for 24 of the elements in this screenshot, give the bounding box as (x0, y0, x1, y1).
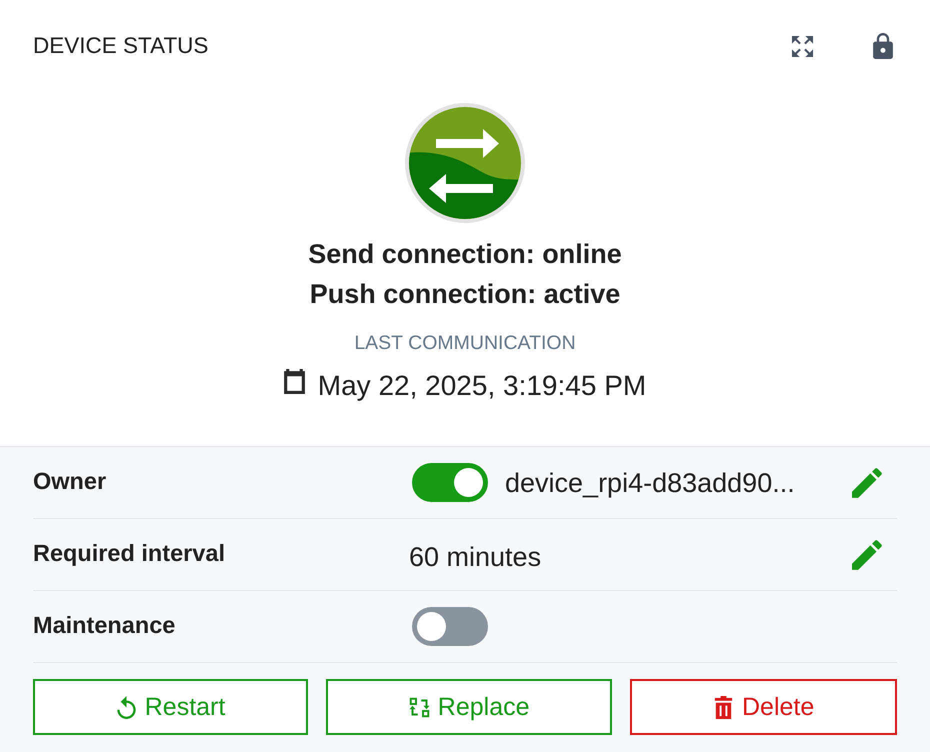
last-communication-label: LAST COMMUNICATION (354, 331, 576, 355)
replace-button[interactable]: Replace (326, 679, 612, 735)
property-label: Required interval (33, 538, 226, 568)
property-label: Owner (33, 466, 108, 496)
edit-icon[interactable] (852, 468, 882, 498)
panel-title: DEVICE STATUS (33, 32, 208, 60)
property-value: 60 minutes (409, 540, 542, 574)
delete-button[interactable]: Delete (630, 679, 897, 735)
property-label: Maintenance (33, 610, 176, 640)
calendar-icon (284, 368, 305, 394)
lock-icon[interactable] (873, 33, 893, 59)
last-communication-date: May 22, 2025, 3:19:45 PM (318, 370, 646, 402)
connection-status-text: Send connection: online (308, 238, 622, 271)
expand-icon[interactable] (791, 34, 814, 58)
restart-button[interactable]: Restart (33, 679, 308, 735)
trash-icon (713, 696, 734, 718)
connection-status-text: Push connection: active (310, 278, 620, 311)
property-value: device_rpi4-d83add90... (505, 466, 795, 500)
toggle-switch[interactable] (412, 607, 488, 646)
edit-icon[interactable] (852, 540, 882, 570)
connection-status-icon (405, 103, 525, 223)
toggle-switch[interactable] (412, 463, 488, 502)
circular-arrow-icon (116, 696, 137, 718)
swap-icon (408, 696, 430, 718)
